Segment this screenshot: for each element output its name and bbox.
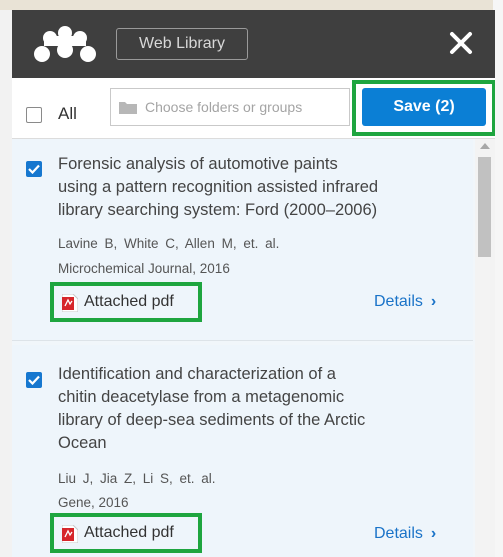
item-title-line: using a pattern recognition assisted inf… xyxy=(58,178,379,196)
details-link[interactable]: Details › xyxy=(374,293,436,311)
list-item: Forensic analysis of automotive paints u… xyxy=(12,139,473,341)
item-title: Forensic analysis of automotive paints u… xyxy=(58,153,448,222)
mendeley-logo-icon[interactable] xyxy=(34,24,96,64)
details-label[interactable]: Details xyxy=(374,525,423,542)
item-authors: Liu J, Jia Z, Li S, et. al. xyxy=(58,471,216,486)
select-all-checkbox[interactable] xyxy=(26,107,42,123)
select-all-label[interactable]: All xyxy=(58,104,77,124)
item-title-line: Ocean xyxy=(58,434,107,452)
scroll-up-arrow-icon[interactable] xyxy=(480,143,490,149)
pdf-icon xyxy=(62,525,78,543)
pdf-icon xyxy=(62,294,78,312)
scrollbar-thumb[interactable] xyxy=(478,157,491,257)
item-checkbox[interactable] xyxy=(26,372,42,388)
item-title-line: library searching system: Ford (2000–200… xyxy=(58,201,378,219)
item-title: Identification and characterization of a… xyxy=(58,363,448,455)
item-checkbox[interactable] xyxy=(26,161,42,177)
attachment-highlight-box[interactable]: Attached pdf xyxy=(50,282,202,322)
folder-selector-placeholder: Choose folders or groups xyxy=(145,99,303,115)
details-link[interactable]: Details › xyxy=(374,525,436,543)
background-page-top xyxy=(0,0,503,10)
list-item: Identification and characterization of a… xyxy=(12,345,473,557)
toolbar: All Choose folders or groups Save (2) xyxy=(12,78,495,139)
background-page xyxy=(0,0,12,557)
item-authors: Lavine B, White C, Allen M, et. al. xyxy=(58,236,280,251)
item-title-line: Forensic analysis of automotive paints xyxy=(58,155,338,173)
chevron-right-icon: › xyxy=(430,525,437,542)
web-library-button[interactable]: Web Library xyxy=(116,28,248,60)
mendeley-importer-panel: Web Library All Choose folders or groups… xyxy=(12,10,495,557)
close-icon[interactable] xyxy=(448,30,474,56)
results-list: Forensic analysis of automotive paints u… xyxy=(12,139,495,557)
item-title-line: chitin deacetylase from a metagenomic xyxy=(58,388,345,406)
checkbox-checked-icon xyxy=(28,164,40,174)
item-title-line: library of deep-sea sediments of the Arc… xyxy=(58,411,366,429)
folder-icon xyxy=(119,102,137,114)
attachment-highlight-box[interactable]: Attached pdf xyxy=(50,513,202,553)
item-publication: Microchemical Journal, 2016 xyxy=(58,261,230,276)
item-title-line: Identification and characterization of a xyxy=(58,365,336,383)
checkbox-checked-icon xyxy=(28,375,40,385)
header-bar: Web Library xyxy=(12,10,495,78)
scrollbar[interactable] xyxy=(475,139,495,557)
details-label[interactable]: Details xyxy=(374,293,423,310)
attachment-label[interactable]: Attached pdf xyxy=(84,293,174,311)
item-publication: Gene, 2016 xyxy=(58,495,129,510)
folder-group-selector[interactable]: Choose folders or groups xyxy=(110,88,350,126)
attachment-label[interactable]: Attached pdf xyxy=(84,524,174,542)
chevron-right-icon: › xyxy=(430,293,437,310)
save-button[interactable]: Save (2) xyxy=(362,88,486,126)
